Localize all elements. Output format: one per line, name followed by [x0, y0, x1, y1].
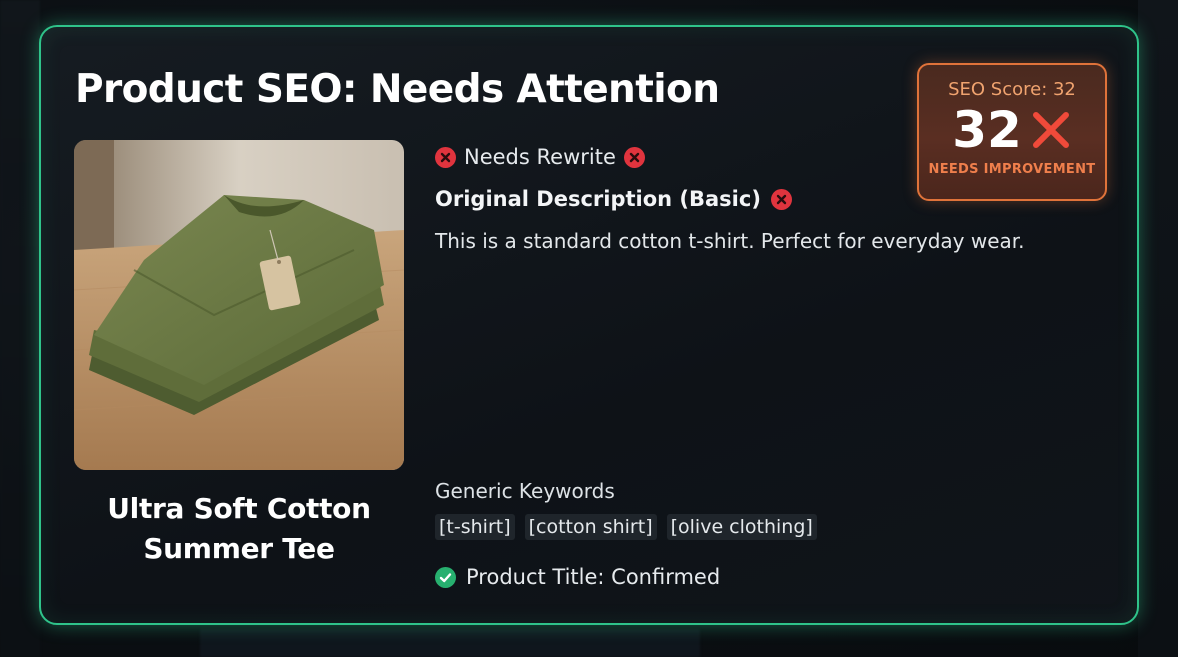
background-right-panel	[1138, 0, 1178, 657]
keyword-tag[interactable]: [olive clothing]	[666, 514, 817, 540]
confirmation-label: Product Title: Confirmed	[466, 565, 721, 589]
x-circle-icon	[435, 146, 456, 168]
page-title: Product SEO: Needs Attention	[75, 67, 720, 112]
seo-score-badge: SEO Score: 32 32 NEEDS IMPROVEMENT	[917, 63, 1107, 201]
description-text: This is a standard cotton t-shirt. Perfe…	[435, 229, 1025, 253]
x-circle-icon	[623, 146, 645, 168]
score-value: 32	[952, 101, 1022, 159]
app-stage: Product SEO: Needs Attention Ultra Soft …	[0, 0, 1178, 657]
product-name: Ultra Soft Cotton Summer Tee	[74, 489, 404, 569]
score-label: SEO Score: 32	[948, 79, 1076, 100]
background-bottom-strip	[200, 629, 700, 657]
keywords-label: Generic Keywords	[435, 479, 615, 503]
product-name-line1: Ultra Soft Cotton	[107, 492, 371, 525]
product-name-line2: Summer Tee	[143, 532, 335, 565]
background-sidebar	[0, 0, 40, 657]
x-icon	[1030, 109, 1072, 151]
folded-tshirt-icon	[74, 140, 404, 470]
product-image[interactable]	[74, 140, 404, 470]
keyword-tag[interactable]: [cotton shirt]	[524, 514, 657, 540]
score-value-row: 32	[919, 102, 1105, 158]
keyword-tag[interactable]: [t-shirt]	[435, 514, 515, 540]
rewrite-status: Needs Rewrite	[435, 145, 645, 169]
description-heading: Original Description (Basic)	[435, 187, 761, 211]
seo-card: Product SEO: Needs Attention Ultra Soft …	[39, 25, 1139, 625]
x-circle-icon	[770, 188, 792, 210]
title-confirmation: Product Title: Confirmed	[435, 565, 720, 589]
keywords-list: [t-shirt] [cotton shirt] [olive clothing…	[435, 514, 817, 540]
score-status: NEEDS IMPROVEMENT	[928, 162, 1096, 177]
status-label: Needs Rewrite	[464, 145, 616, 169]
description-heading-row: Original Description (Basic)	[435, 187, 792, 211]
check-circle-icon	[435, 566, 456, 588]
